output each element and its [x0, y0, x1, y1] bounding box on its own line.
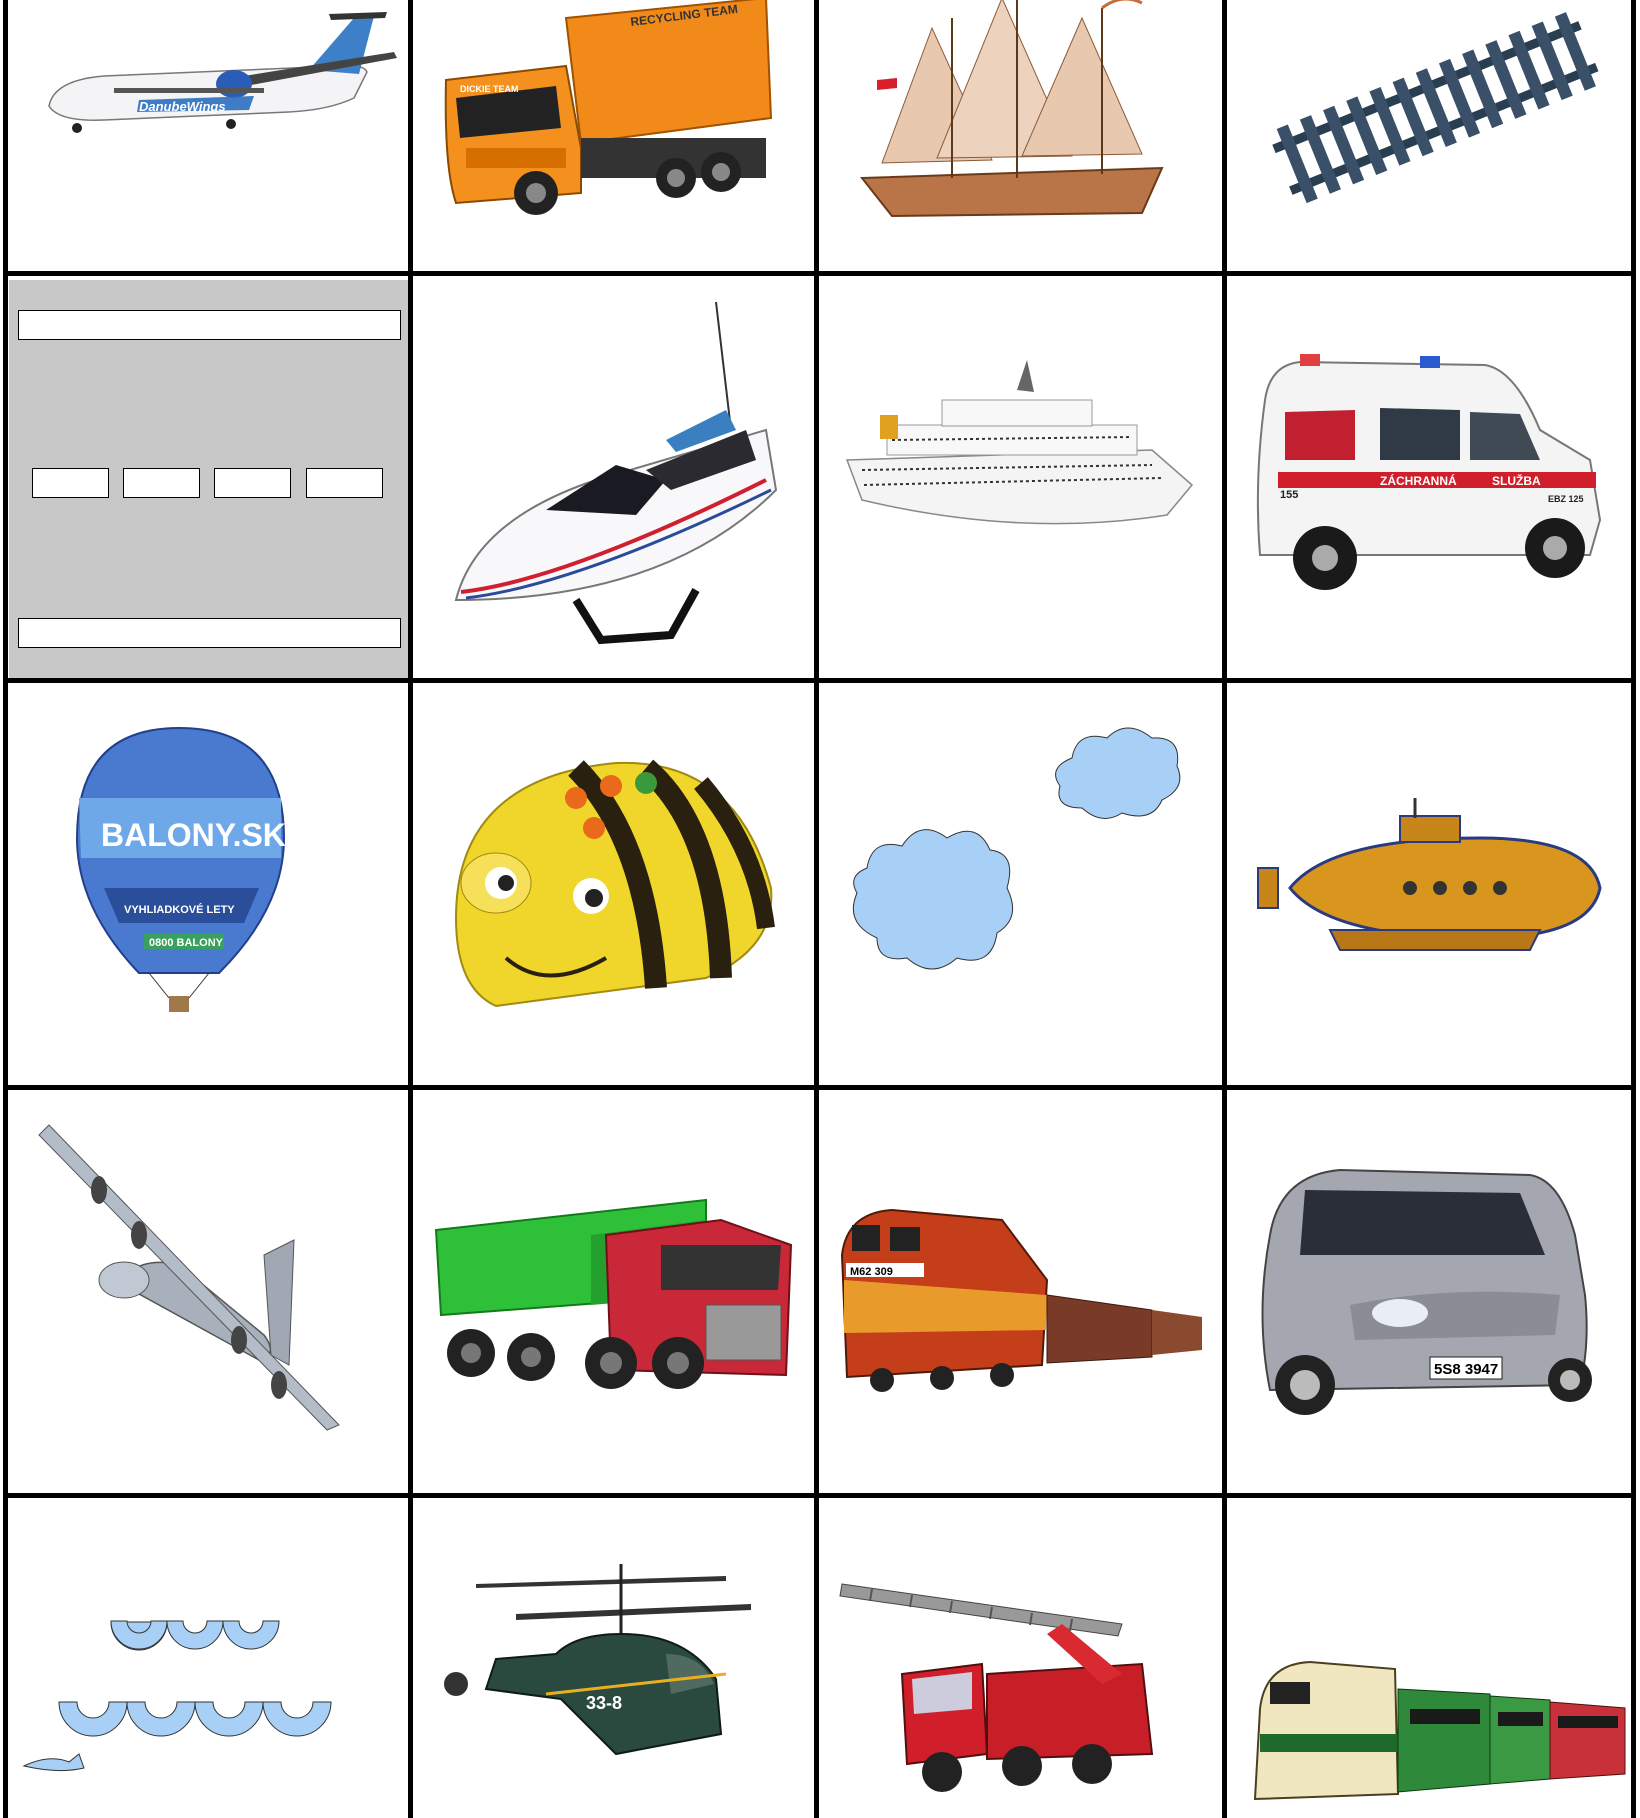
helicopter-icon: 33-8 — [444, 1564, 751, 1756]
ambulance-icon: ZÁCHRANNÁ SLUŽBA 155 EBZ 125 — [1256, 354, 1602, 590]
tile-cargo-airplane[interactable] — [9, 1095, 408, 1493]
tile-bee-bot[interactable] — [416, 688, 814, 1085]
cab-label: DICKIE TEAM — [460, 84, 519, 94]
cargo-airplane-icon — [38, 1124, 340, 1431]
garbage-truck-icon: RECYCLING TEAM DICKIE TEAM — [444, 0, 773, 215]
helicopter-number-label: 33-8 — [586, 1693, 622, 1713]
answer-field-bottom[interactable] — [18, 618, 401, 648]
grid-line — [3, 1493, 1636, 1498]
grid-line — [3, 1085, 1636, 1090]
answer-slot-3[interactable] — [214, 468, 291, 498]
rail-track-icon — [1272, 12, 1599, 204]
tile-turboprop-airplane[interactable]: DanubeWings — [9, 0, 408, 271]
balloon-tagline-label: VYHLIADKOVÉ LETY — [124, 903, 235, 916]
tile-rail-track[interactable] — [1230, 0, 1631, 271]
bee-bot-icon — [454, 759, 775, 1008]
tile-clouds[interactable] — [822, 688, 1222, 1085]
balloon-brand-label: BALONY.SK — [101, 817, 286, 853]
sailing-ship-icon — [859, 0, 1164, 218]
grid-line — [3, 678, 1636, 683]
locomotive-number-label: M62 309 — [850, 1266, 893, 1278]
tile-car[interactable]: 5S8 3947 — [1230, 1095, 1631, 1493]
answer-panel — [9, 280, 408, 678]
tile-ambulance[interactable]: ZÁCHRANNÁ SLUŽBA 155 EBZ 125 — [1230, 280, 1631, 678]
waves-icon — [22, 1620, 332, 1772]
tile-fire-truck[interactable] — [822, 1504, 1222, 1818]
tile-speedboat[interactable] — [416, 280, 814, 678]
ambulance-label-2: SLUŽBA — [1492, 473, 1541, 488]
diesel-locomotive-icon: M62 309 — [840, 1208, 1202, 1392]
cruise-ship-icon — [845, 360, 1194, 525]
answer-slot-2[interactable] — [123, 468, 200, 498]
tile-submarine[interactable] — [1230, 688, 1631, 1085]
tile-cruise-ship[interactable] — [822, 280, 1222, 678]
tile-hot-air-balloon[interactable]: BALONY.SK VYHLIADKOVÉ LETY 0800 BALONY — [9, 688, 408, 1085]
balloon-phone-label: 0800 BALONY — [149, 937, 224, 949]
tile-helicopter[interactable]: 33-8 — [416, 1504, 814, 1818]
passenger-train-icon — [1253, 1660, 1626, 1801]
vehicle-card-grid: DanubeWings RECYCLING TEAM DICKIE TEAM Z… — [0, 0, 1640, 1818]
tile-diesel-locomotive[interactable]: M62 309 — [822, 1095, 1222, 1493]
license-plate-label: 5S8 3947 — [1434, 1361, 1498, 1378]
ambulance-id-label: EBZ 125 — [1548, 494, 1584, 504]
grid-line — [3, 271, 1636, 276]
answer-field-top[interactable] — [18, 310, 401, 340]
speedboat-icon — [454, 301, 778, 645]
clouds-icon — [852, 727, 1181, 970]
tile-waves[interactable] — [9, 1504, 408, 1818]
tile-passenger-train[interactable] — [1230, 1504, 1631, 1818]
airline-label: DanubeWings — [139, 99, 226, 114]
answer-slot-4[interactable] — [306, 468, 383, 498]
tile-sailing-ship[interactable] — [822, 0, 1222, 271]
ambulance-label-1: ZÁCHRANNÁ — [1380, 473, 1457, 488]
answer-slot-1[interactable] — [32, 468, 109, 498]
car-icon: 5S8 3947 — [1261, 1168, 1592, 1415]
ambulance-phone-label: 155 — [1280, 489, 1298, 501]
hot-air-balloon-icon: BALONY.SK VYHLIADKOVÉ LETY 0800 BALONY — [75, 726, 286, 1012]
tile-garbage-truck[interactable]: RECYCLING TEAM DICKIE TEAM — [416, 0, 814, 271]
turboprop-airplane-icon: DanubeWings — [48, 12, 397, 133]
fire-truck-icon — [839, 1583, 1154, 1792]
submarine-icon — [1257, 798, 1602, 951]
tile-dump-truck[interactable] — [416, 1095, 814, 1493]
dump-truck-icon — [434, 1198, 793, 1389]
